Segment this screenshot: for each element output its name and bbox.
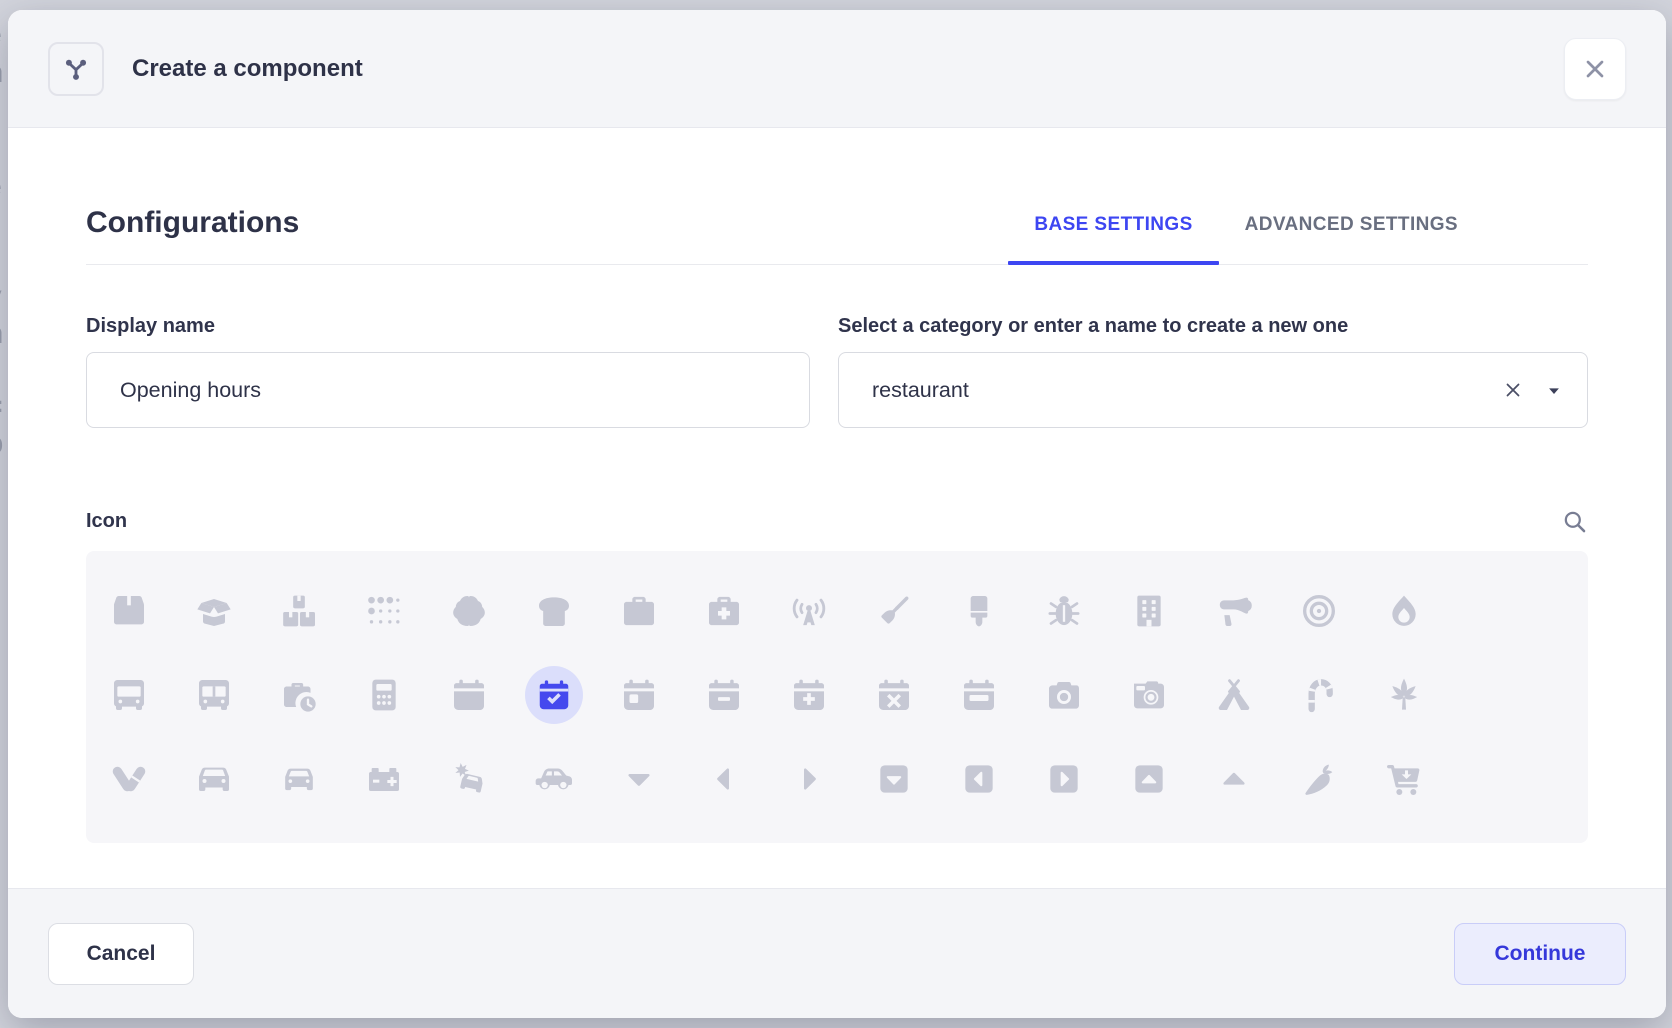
category-value: restaurant — [872, 378, 969, 403]
calendar-icon[interactable] — [426, 653, 511, 737]
broadcast-tower-icon[interactable] — [766, 569, 851, 653]
calendar-plus-icon[interactable] — [766, 653, 851, 737]
display-name-label: Display name — [86, 315, 810, 338]
category-label: Select a category or enter a name to cre… — [838, 315, 1588, 338]
caret-square-down-icon[interactable] — [851, 737, 936, 821]
caret-square-left-icon[interactable] — [936, 737, 1021, 821]
close-icon[interactable] — [1564, 38, 1626, 100]
component-icon — [48, 42, 104, 96]
briefcase-icon[interactable] — [596, 569, 681, 653]
icon-label: Icon — [86, 510, 127, 533]
bread-slice-icon[interactable] — [511, 569, 596, 653]
candy-cane-icon[interactable] — [1276, 653, 1361, 737]
caret-down-icon[interactable] — [1545, 381, 1563, 399]
calendar-week-icon[interactable] — [936, 653, 1021, 737]
car-alt-icon[interactable] — [256, 737, 341, 821]
display-name-input[interactable] — [86, 352, 810, 428]
capsules-icon[interactable] — [86, 737, 171, 821]
bus-icon[interactable] — [86, 653, 171, 737]
calculator-icon[interactable] — [341, 653, 426, 737]
background-text-fragment: n — [0, 56, 3, 90]
calendar-minus-icon[interactable] — [681, 653, 766, 737]
background-text-fragment: n — [0, 317, 3, 351]
clear-x-icon[interactable] — [1501, 378, 1525, 402]
modal-footer: Cancel Continue — [8, 888, 1666, 1018]
box-icon[interactable] — [86, 569, 171, 653]
background-text-fragment: b — [0, 427, 3, 461]
icon-grid — [86, 569, 1588, 821]
calendar-check-icon[interactable] — [511, 653, 596, 737]
caret-left-icon[interactable] — [681, 737, 766, 821]
brush-icon[interactable] — [936, 569, 1021, 653]
car-icon[interactable] — [171, 737, 256, 821]
category-select[interactable]: restaurant — [838, 352, 1588, 428]
cart-arrow-down-icon[interactable] — [1361, 737, 1446, 821]
modal-body: Configurations BASE SETTINGS ADVANCED SE… — [8, 128, 1666, 888]
tab-base-settings[interactable]: BASE SETTINGS — [1008, 214, 1218, 264]
cancel-button[interactable]: Cancel — [48, 923, 194, 985]
create-component-modal: Create a component Configurations BASE S… — [8, 10, 1666, 1018]
background-text-fragment: e — [0, 170, 2, 204]
bug-icon[interactable] — [1021, 569, 1106, 653]
modal-title: Create a component — [132, 55, 363, 83]
calendar-times-icon[interactable] — [851, 653, 936, 737]
config-header-row: Configurations BASE SETTINGS ADVANCED SE… — [86, 128, 1588, 265]
background-text-fragment: e — [0, 18, 2, 52]
brain-icon[interactable] — [426, 569, 511, 653]
car-crash-icon[interactable] — [426, 737, 511, 821]
bullseye-icon[interactable] — [1276, 569, 1361, 653]
selected-icon-circle — [525, 666, 583, 724]
briefcase-medical-icon[interactable] — [681, 569, 766, 653]
caret-square-up-icon[interactable] — [1106, 737, 1191, 821]
page-title: Configurations — [86, 206, 299, 240]
bullhorn-icon[interactable] — [1191, 569, 1276, 653]
calendar-day-icon[interactable] — [596, 653, 681, 737]
camera-icon[interactable] — [1021, 653, 1106, 737]
caret-up-icon[interactable] — [1191, 737, 1276, 821]
caret-down-icon[interactable] — [596, 737, 681, 821]
braille-icon[interactable] — [341, 569, 426, 653]
broom-icon[interactable] — [851, 569, 936, 653]
car-side-icon[interactable] — [511, 737, 596, 821]
background-text-fragment: = — [0, 390, 3, 424]
icon-section-header: Icon — [86, 508, 1588, 535]
campground-icon[interactable] — [1191, 653, 1276, 737]
carrot-icon[interactable] — [1276, 737, 1361, 821]
settings-tabs: BASE SETTINGS ADVANCED SETTINGS — [1008, 214, 1588, 264]
burn-icon[interactable] — [1361, 569, 1446, 653]
tab-advanced-settings[interactable]: ADVANCED SETTINGS — [1219, 214, 1484, 264]
background-text-fragment: y — [0, 280, 2, 314]
building-icon[interactable] — [1106, 569, 1191, 653]
form-row: Display name Select a category or enter … — [86, 315, 1588, 428]
camera-retro-icon[interactable] — [1106, 653, 1191, 737]
icon-picker-panel — [86, 551, 1588, 843]
boxes-icon[interactable] — [256, 569, 341, 653]
modal-header: Create a component — [8, 10, 1666, 128]
search-icon[interactable] — [1561, 508, 1588, 535]
cannabis-icon[interactable] — [1361, 653, 1446, 737]
box-open-icon[interactable] — [171, 569, 256, 653]
bus-alt-icon[interactable] — [171, 653, 256, 737]
business-time-icon[interactable] — [256, 653, 341, 737]
caret-right-icon[interactable] — [766, 737, 851, 821]
caret-square-right-icon[interactable] — [1021, 737, 1106, 821]
page-behind-modal: entiertynt=bt — [0, 0, 8, 1028]
car-battery-icon[interactable] — [341, 737, 426, 821]
continue-button[interactable]: Continue — [1454, 923, 1626, 985]
